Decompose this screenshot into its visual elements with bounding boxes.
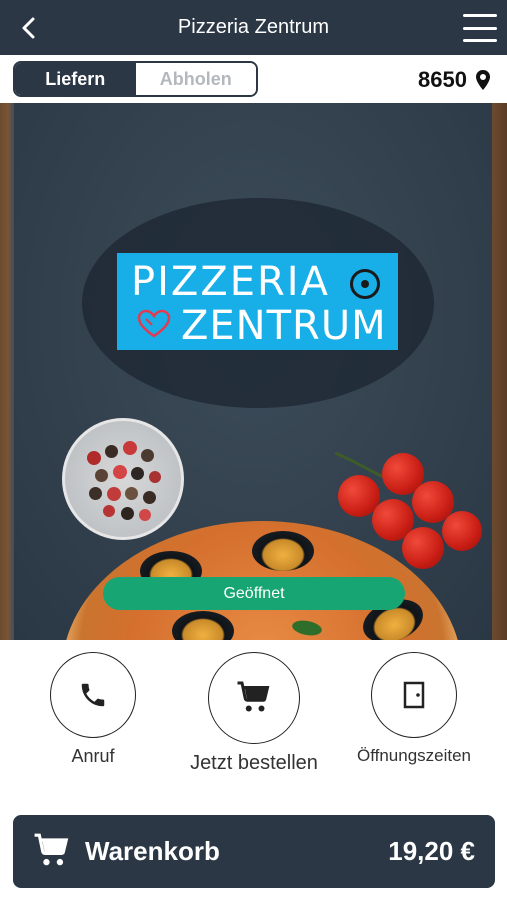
target-icon	[350, 269, 380, 299]
cart-icon	[237, 681, 270, 712]
mode-option-delivery[interactable]: Liefern	[15, 63, 136, 95]
zip-code: 8650	[418, 67, 467, 92]
cart-total: 19,20 €	[388, 836, 475, 866]
order-now-action[interactable]: Jetzt bestellen	[190, 652, 318, 775]
hamburger-menu-icon	[463, 14, 497, 17]
location-pin-icon	[476, 70, 490, 90]
mode-option-pickup[interactable]: Abholen	[135, 63, 256, 95]
call-action[interactable]: Anruf	[50, 652, 136, 767]
logo-text-line2: ZENTRUM	[181, 303, 387, 349]
logo-text-line1: PIZZERIA	[131, 259, 330, 305]
call-label: Anruf	[71, 746, 115, 766]
restaurant-logo: PIZZERIA ZENTRUM	[117, 253, 398, 350]
phone-icon	[81, 683, 105, 707]
order-mode-toggle: Liefern Abholen	[13, 61, 258, 97]
hero-banner: PIZZERIA ZENTRUM Geöffnet	[0, 103, 507, 640]
opening-hours-label: Öffnungszeiten	[356, 746, 472, 765]
order-now-button[interactable]	[208, 652, 300, 744]
opening-hours-action[interactable]: Öffnungszeiten	[357, 652, 471, 766]
quick-actions: Anruf Jetzt bestellen Öffnungszeiten	[0, 640, 507, 800]
cart-icon	[34, 833, 69, 866]
open-status-badge: Geöffnet	[103, 577, 405, 610]
page-title: Pizzeria Zentrum	[177, 16, 330, 38]
app-header: Pizzeria Zentrum	[0, 0, 507, 55]
order-mode-row: Liefern Abholen 8650	[0, 55, 507, 103]
door-icon	[403, 681, 425, 709]
call-button[interactable]	[50, 652, 136, 738]
opening-hours-button[interactable]	[371, 652, 457, 738]
cart-bar[interactable]: Warenkorb 19,20 €	[13, 815, 495, 888]
heart-icon	[137, 309, 171, 338]
cart-label: Warenkorb	[85, 836, 220, 866]
order-now-label: Jetzt bestellen	[190, 752, 318, 774]
menu-button[interactable]	[463, 14, 497, 42]
pepper-bowl-image	[62, 418, 184, 540]
location-selector[interactable]: 8650	[418, 65, 491, 95]
